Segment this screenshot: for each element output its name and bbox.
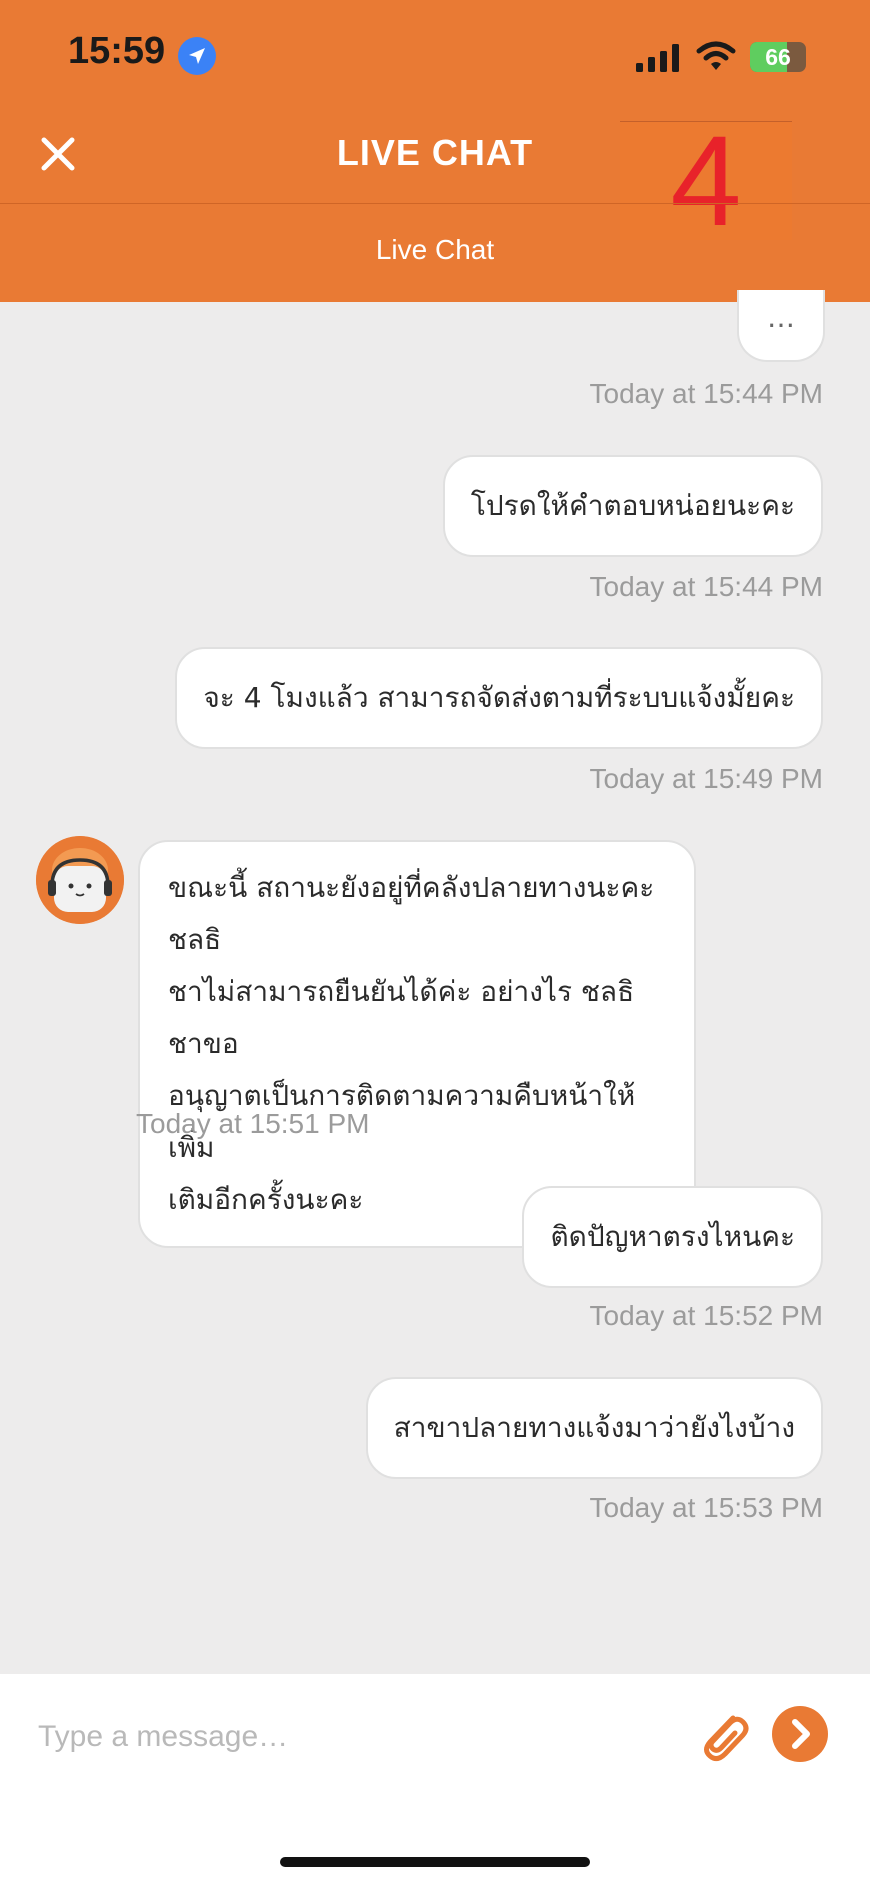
subheader-title: Live Chat xyxy=(375,234,495,265)
cellular-signal-icon xyxy=(636,44,679,72)
message-text: โปรดให้คำตอบหน่อยนะคะ xyxy=(470,489,795,522)
message-bubble-outgoing: ติดปัญหาตรงไหนคะ xyxy=(522,1186,823,1288)
message-text: สาขาปลายทางแจ้งมาว่ายังไงบ้าง xyxy=(393,1411,795,1444)
header-divider xyxy=(0,203,870,204)
message-timestamp: Today at 15:52 PM xyxy=(589,1300,823,1331)
battery-icon: 66 xyxy=(750,42,806,72)
message-composer xyxy=(0,1674,870,1883)
chat-header: 15:59 66 LIVE CHAT 4 Live Chat xyxy=(0,0,870,302)
overlay-number: 4 xyxy=(670,110,742,253)
home-indicator xyxy=(280,1857,590,1867)
message-text: … xyxy=(767,301,795,334)
agent-avatar xyxy=(36,836,124,924)
message-line: ชาไม่สามารถยืนยันได้ค่ะ อย่างไร ชลธิชาขอ xyxy=(168,975,635,1060)
message-timestamp: Today at 15:53 PM xyxy=(589,1492,823,1523)
battery-percentage: 66 xyxy=(765,44,791,70)
message-timestamp: Today at 15:51 PM xyxy=(136,1108,370,1139)
overlay-annotation-box: 4 xyxy=(620,118,792,246)
location-arrow-icon xyxy=(178,37,216,75)
wifi-icon xyxy=(696,41,736,70)
message-timestamp: Today at 15:49 PM xyxy=(589,763,823,794)
message-bubble-outgoing: โปรดให้คำตอบหน่อยนะคะ xyxy=(442,455,823,557)
message-timestamp: Today at 15:44 PM xyxy=(589,571,823,602)
message-bubble-outgoing: จะ 4 โมงแล้ว สามารถจัดส่งตามที่ระบบแจ้งม… xyxy=(175,647,823,749)
message-text: ติดปัญหาตรงไหนคะ xyxy=(550,1220,795,1253)
message-line: ขณะนี้ สถานะยังอยู่ที่คลังปลายทางนะคะ ชล… xyxy=(168,871,655,956)
message-input[interactable] xyxy=(36,1706,660,1768)
status-time: 15:59 xyxy=(68,30,166,72)
message-bubble-outgoing: … xyxy=(737,290,825,362)
message-bubble-outgoing: สาขาปลายทางแจ้งมาว่ายังไงบ้าง xyxy=(365,1377,823,1479)
send-button[interactable] xyxy=(772,1706,828,1762)
paperclip-icon[interactable] xyxy=(693,1704,749,1764)
message-text: จะ 4 โมงแล้ว สามารถจัดส่งตามที่ระบบแจ้งม… xyxy=(203,681,795,714)
chevron-right-icon xyxy=(792,1719,810,1749)
message-timestamp: Today at 15:44 PM xyxy=(589,378,823,409)
